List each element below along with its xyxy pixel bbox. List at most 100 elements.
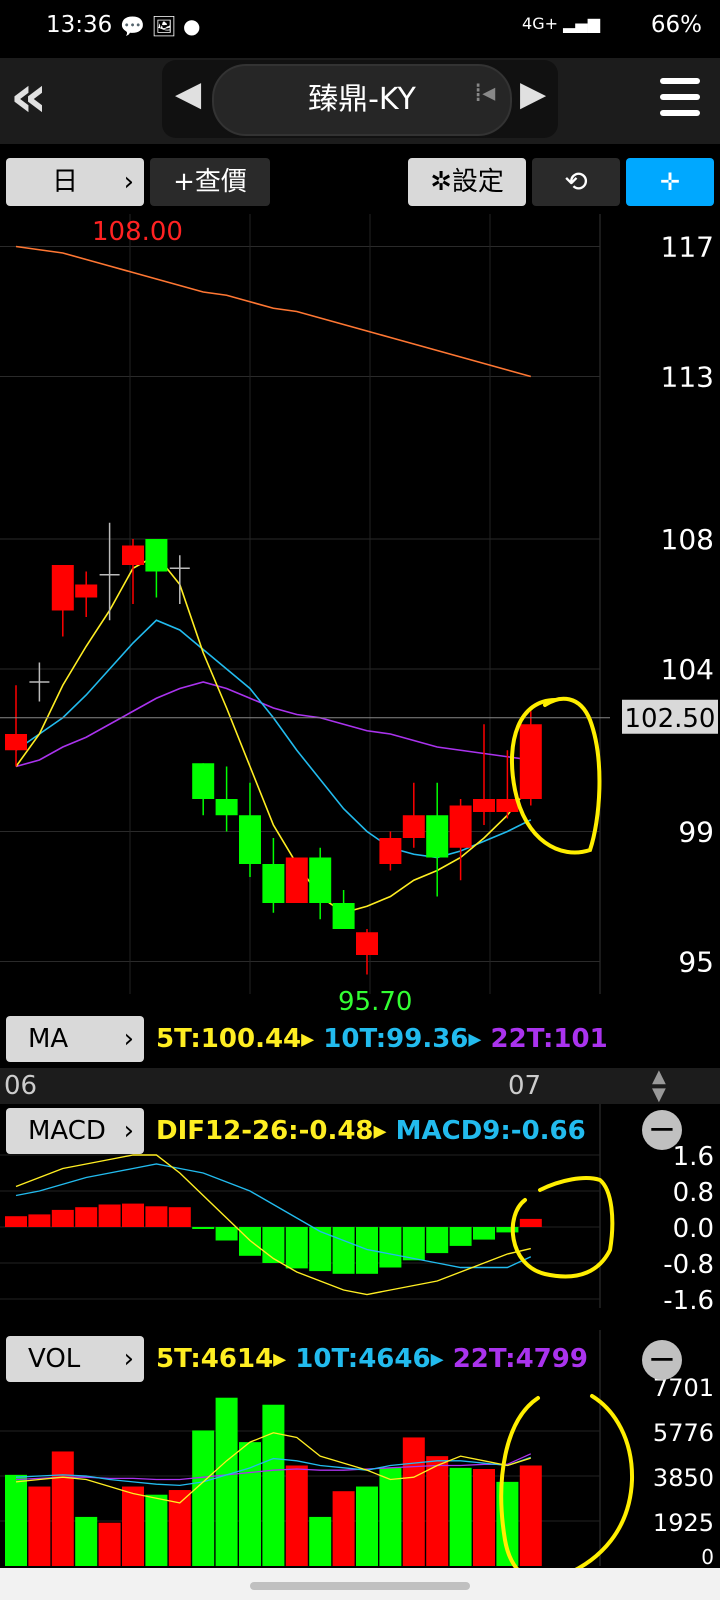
macd-indicator-select[interactable]: MACD › bbox=[6, 1108, 144, 1154]
y-tick-label: 99 bbox=[678, 816, 714, 849]
y-tick-label: 95 bbox=[678, 946, 714, 979]
candle-body bbox=[473, 799, 495, 812]
candle-body bbox=[519, 724, 542, 799]
ma-legend: 5T:100.44▸ 10T:99.36▸ 22T:101 bbox=[156, 1024, 608, 1054]
volume-bar bbox=[262, 1404, 285, 1566]
ma5-value: 5T:100.44 bbox=[156, 1024, 302, 1054]
osc-bar bbox=[122, 1203, 144, 1227]
candle-body bbox=[262, 864, 285, 903]
osc-bar bbox=[215, 1227, 238, 1241]
osc-bar bbox=[75, 1207, 98, 1227]
osc-bar bbox=[379, 1227, 402, 1268]
x-tick-07: 07 bbox=[508, 1071, 542, 1101]
flag-icon: ▸ bbox=[430, 1344, 444, 1374]
vol-legend: 5T:4614▸ 10T:4646▸ 22T:4799 bbox=[156, 1344, 588, 1374]
osc-bar bbox=[449, 1227, 472, 1246]
osc-bar bbox=[98, 1204, 121, 1227]
candle-body bbox=[51, 565, 74, 611]
macd-y-tick-label: 1.6 bbox=[673, 1142, 714, 1172]
osc-bar bbox=[285, 1227, 308, 1269]
y-tick-label: 104 bbox=[661, 653, 714, 686]
ma22-line bbox=[15, 681, 531, 768]
vol-y-tick-label: 0 bbox=[701, 1545, 714, 1569]
candle-body bbox=[5, 734, 27, 751]
y-tick-label: 117 bbox=[661, 231, 714, 264]
osc-bar bbox=[309, 1227, 332, 1272]
collapse-vol-icon[interactable]: − bbox=[642, 1340, 682, 1380]
volume-bar bbox=[51, 1451, 74, 1566]
candle-body bbox=[309, 857, 332, 903]
vol-ma22-value: 22T:4799 bbox=[452, 1344, 588, 1374]
osc-bar bbox=[5, 1216, 27, 1227]
candle-body bbox=[122, 545, 144, 565]
macd-label: MACD bbox=[28, 1116, 106, 1146]
candle-body bbox=[332, 903, 355, 929]
vol-y-tick-label: 3850 bbox=[653, 1464, 714, 1492]
home-indicator[interactable] bbox=[250, 1582, 470, 1590]
low-price-label: 95.70 bbox=[338, 987, 412, 1017]
vol-y-tick-label: 5776 bbox=[653, 1419, 714, 1447]
flag-icon: ▸ bbox=[301, 1024, 315, 1054]
candle-body bbox=[402, 815, 425, 838]
volume-bar bbox=[402, 1437, 425, 1566]
chevron-right-icon: › bbox=[123, 1024, 134, 1054]
ma-indicator-select[interactable]: MA › bbox=[6, 1016, 144, 1062]
candle-body bbox=[496, 799, 519, 812]
chevron-right-icon: › bbox=[123, 1344, 134, 1374]
vol-indicator-select[interactable]: VOL › bbox=[6, 1336, 144, 1382]
dif-value: DIF12-26:-0.48 bbox=[156, 1116, 374, 1146]
osc-bar bbox=[239, 1227, 261, 1256]
volume-bar bbox=[309, 1516, 332, 1566]
macd9-value: MACD9:-0.66 bbox=[395, 1116, 586, 1146]
macd-legend: DIF12-26:-0.48▸ MACD9:-0.66 bbox=[156, 1116, 586, 1146]
osc-bar bbox=[51, 1209, 74, 1227]
ma10-value: 10T:99.36 bbox=[323, 1024, 469, 1054]
volume-bar bbox=[449, 1467, 472, 1566]
candle-body bbox=[239, 815, 261, 864]
volume-bar bbox=[98, 1522, 121, 1566]
flag-icon: ▸ bbox=[373, 1116, 387, 1146]
macd-y-tick-label: -0.8 bbox=[663, 1250, 714, 1280]
volume-bar bbox=[28, 1486, 51, 1566]
candle-body bbox=[426, 815, 449, 858]
osc-bar bbox=[192, 1227, 215, 1229]
volume-bar bbox=[75, 1516, 98, 1566]
osc-bar bbox=[496, 1227, 519, 1233]
volume-bar bbox=[5, 1474, 27, 1566]
y-tick-label: 113 bbox=[661, 361, 714, 394]
collapse-macd-icon[interactable]: − bbox=[642, 1110, 682, 1150]
candle-body bbox=[449, 805, 472, 848]
volume-bar bbox=[192, 1430, 215, 1566]
volume-bar bbox=[379, 1467, 402, 1566]
osc-bar bbox=[145, 1206, 168, 1227]
candle-body bbox=[379, 838, 402, 864]
current-price-label: 102.50 bbox=[625, 704, 716, 734]
candle-body bbox=[192, 763, 215, 799]
macd-y-tick-label: 0.8 bbox=[673, 1178, 714, 1208]
osc-bar bbox=[262, 1227, 285, 1263]
osc-bar bbox=[168, 1207, 191, 1227]
candle-body bbox=[285, 857, 308, 903]
volume-bar bbox=[239, 1442, 261, 1566]
vol-ma5-value: 5T:4614 bbox=[156, 1344, 274, 1374]
volume-bar bbox=[426, 1456, 449, 1566]
candle-body bbox=[145, 539, 168, 572]
volume-bar bbox=[473, 1468, 495, 1566]
price-chart: 117 113 108 104 99 95 102.50 108.00 95.70 bbox=[0, 214, 718, 1017]
osc-bar bbox=[519, 1218, 542, 1227]
volume-bar bbox=[332, 1491, 355, 1566]
volume-bar bbox=[285, 1465, 308, 1566]
candle-body bbox=[215, 799, 238, 816]
ma60-line bbox=[15, 245, 532, 378]
vol-label: VOL bbox=[28, 1344, 81, 1374]
chevron-right-icon: › bbox=[123, 1116, 134, 1146]
ma22-value: 22T:101 bbox=[490, 1024, 608, 1054]
volume-bar bbox=[519, 1465, 542, 1566]
vol-ma10-value: 10T:4646 bbox=[295, 1344, 431, 1374]
volume-bar bbox=[145, 1494, 168, 1566]
volume-bar bbox=[356, 1486, 378, 1566]
flag-icon: ▸ bbox=[468, 1024, 482, 1054]
macd-y-tick-label: 0.0 bbox=[673, 1214, 714, 1244]
resize-arrows-icon[interactable]: ▲ ▼ bbox=[652, 1068, 666, 1104]
osc-bar bbox=[28, 1214, 51, 1227]
